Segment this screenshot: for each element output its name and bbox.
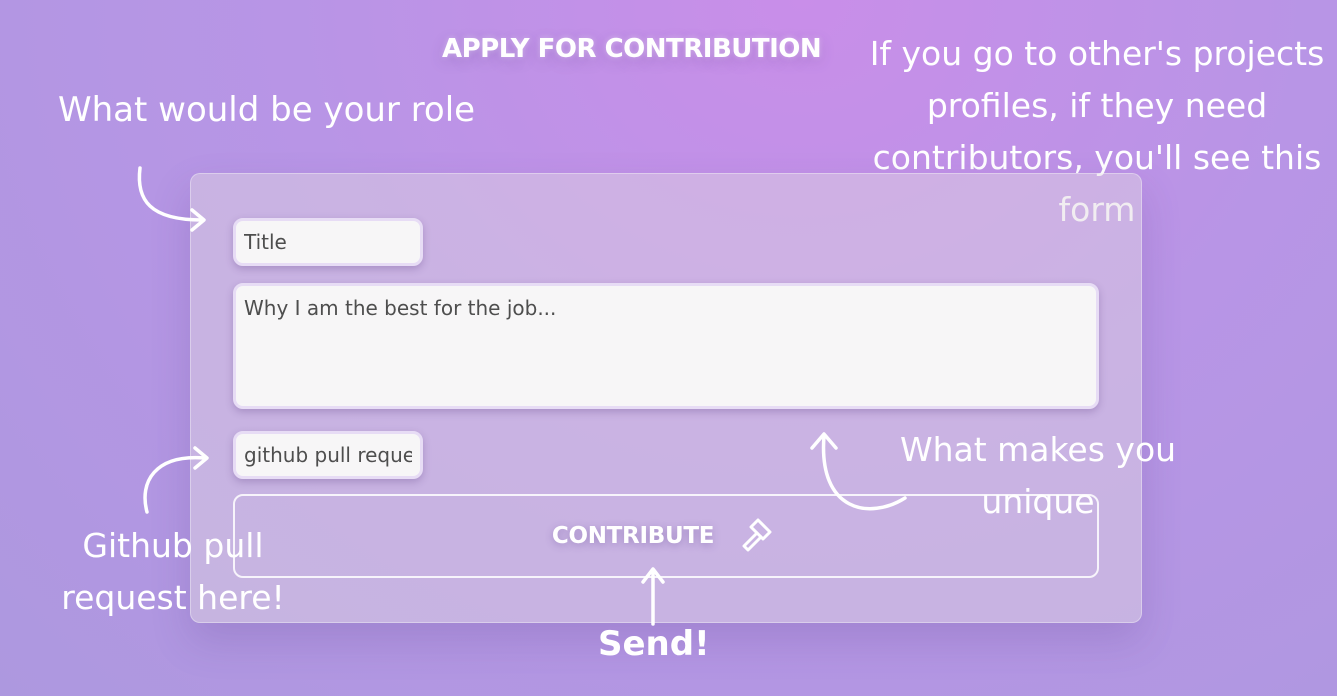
contribute-label: CONTRIBUTE	[551, 523, 715, 549]
github-pull-request-input[interactable]	[233, 431, 423, 479]
annotation-unique: What makes you unique	[899, 430, 1177, 521]
arrow-role-icon	[137, 166, 206, 232]
form-heading: APPLY FOR CONTRIBUTION	[442, 34, 822, 64]
why-best-textarea[interactable]	[233, 283, 1099, 409]
annotation-send: Send!	[598, 624, 710, 664]
annotation-github: Github pull request here!	[61, 526, 285, 617]
hammer-icon	[736, 514, 780, 558]
arrow-unique-icon	[810, 432, 907, 511]
arrow-github-icon	[143, 446, 209, 514]
title-input[interactable]	[233, 218, 423, 266]
arrow-send-icon	[641, 567, 665, 626]
annotation-role: What would be your role	[58, 90, 476, 130]
